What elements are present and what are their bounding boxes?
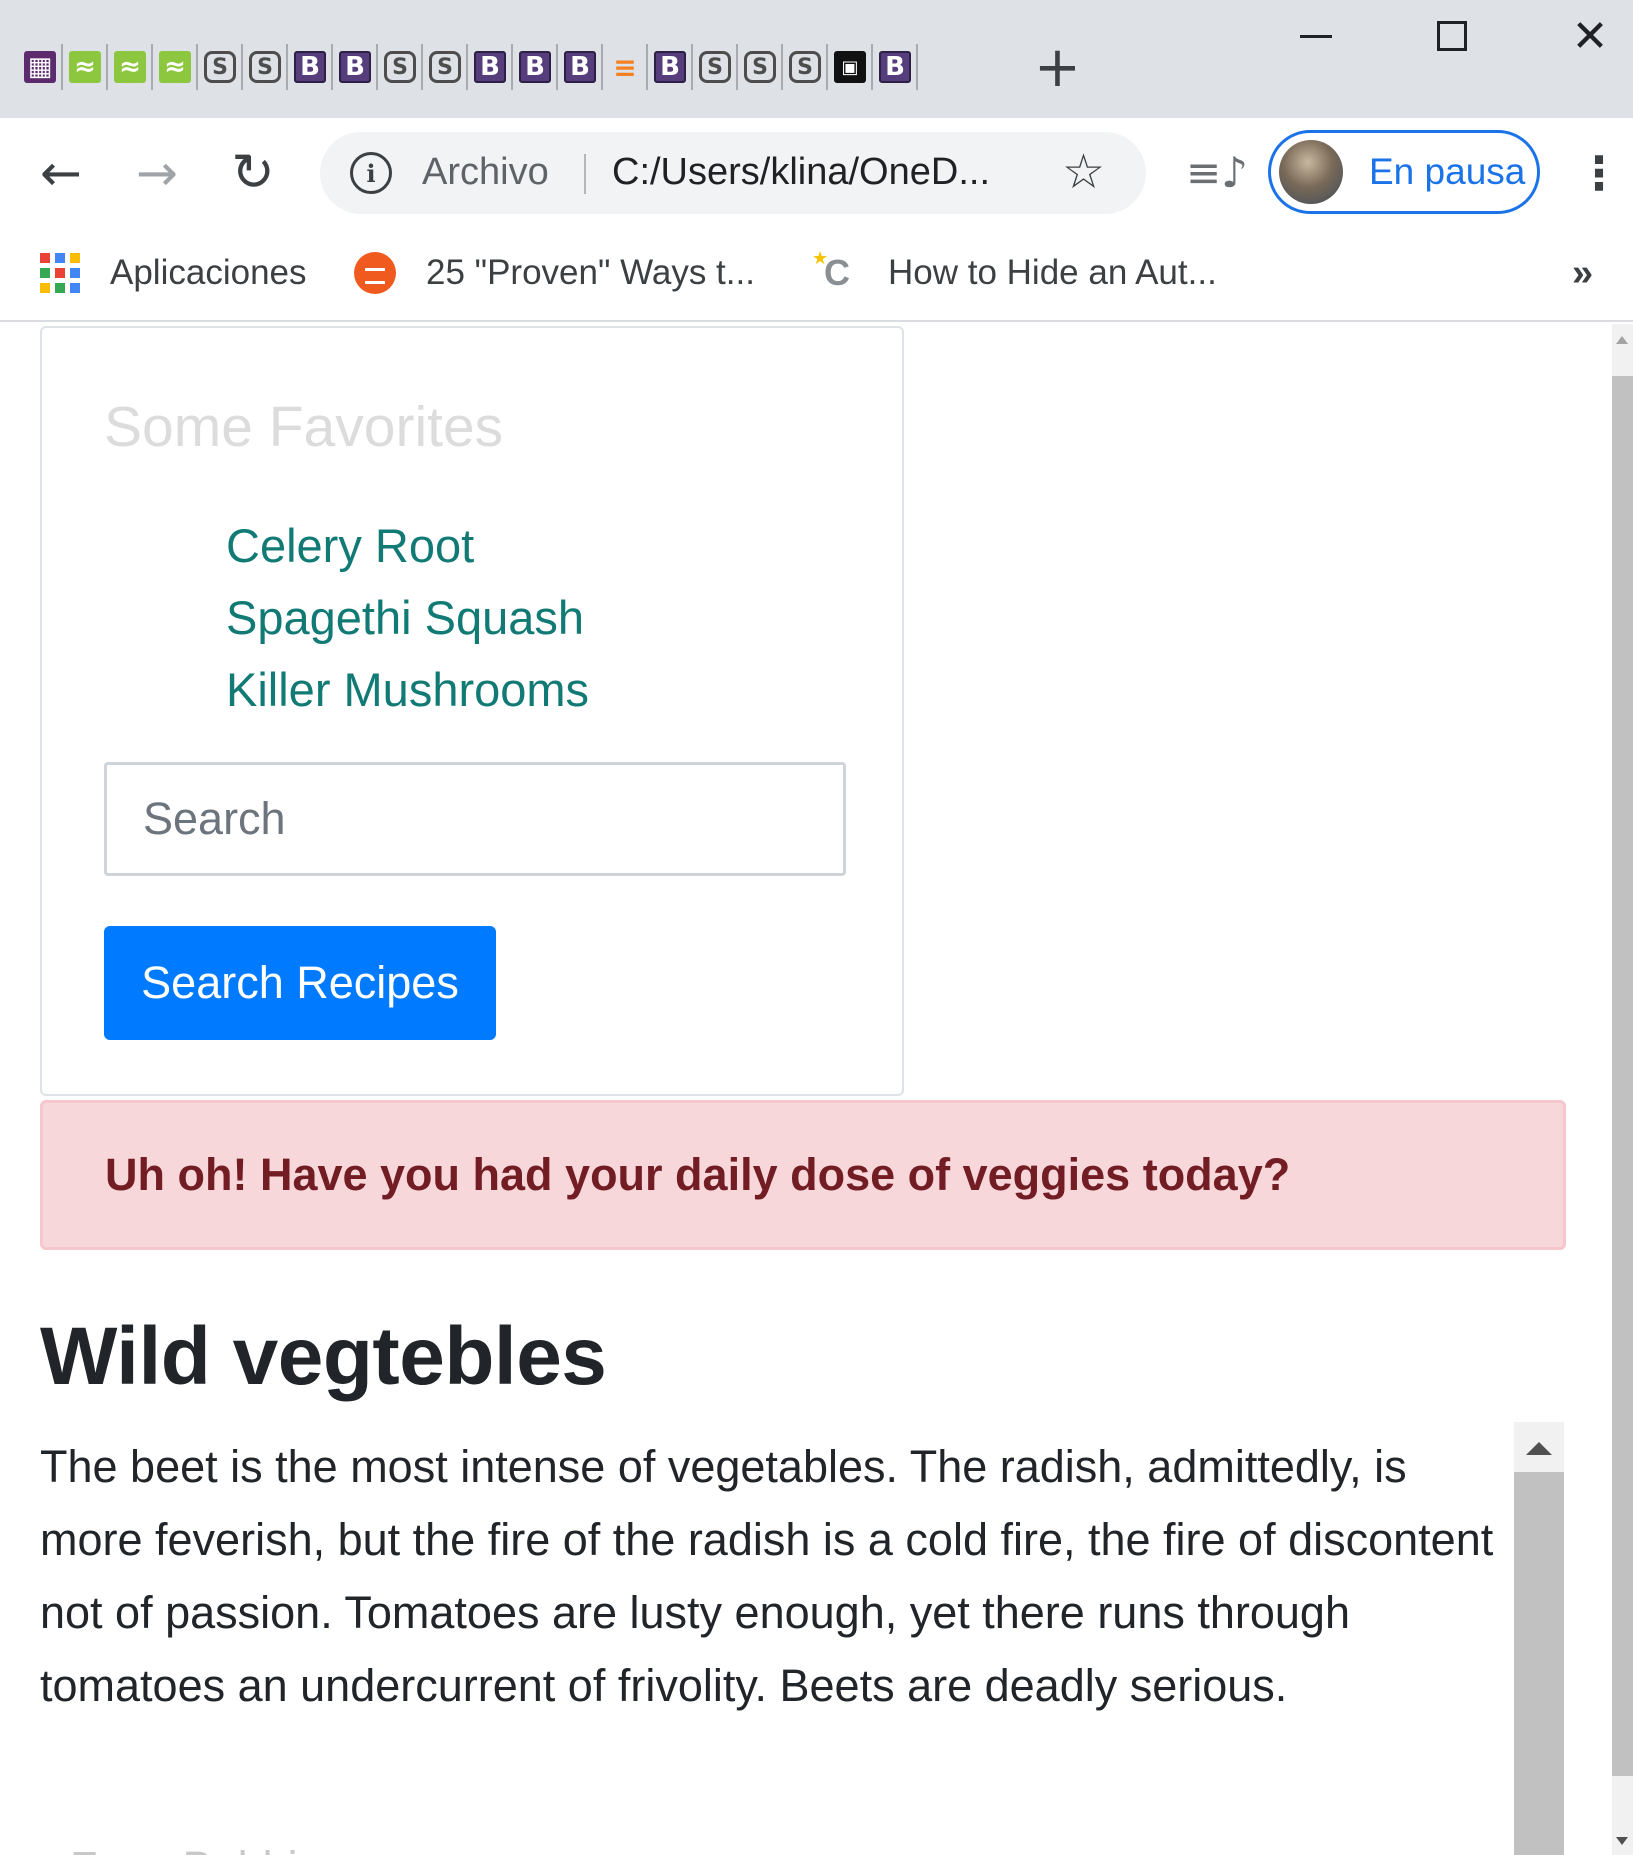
browser-tab[interactable]: S <box>382 40 423 94</box>
maze-favicon-icon: ▦ <box>24 51 56 83</box>
browser-tab[interactable]: S <box>742 40 783 94</box>
avatar <box>1279 140 1343 204</box>
browser-tab[interactable]: B <box>472 40 513 94</box>
minimize-icon <box>1300 34 1332 38</box>
bookmark-apps[interactable]: Aplicaciones <box>40 246 307 300</box>
browser-tab[interactable]: ≈ <box>67 40 108 94</box>
scrollbar-thumb[interactable] <box>1514 1472 1564 1855</box>
browser-tab[interactable]: S <box>427 40 468 94</box>
back-button[interactable]: ← <box>28 140 94 206</box>
address-separator <box>584 154 586 194</box>
article-heading: Wild vegtebles <box>40 1311 607 1402</box>
s-favicon-icon: S <box>699 51 731 83</box>
alert-text: Uh oh! Have you had your daily dose of v… <box>105 1149 1291 1200</box>
article-paragraph: The beet is the most intense of vegetabl… <box>40 1441 1494 1711</box>
favorites-list: Celery Root Spagethi Squash Killer Mushr… <box>226 510 589 726</box>
browser-tab[interactable]: B <box>292 40 333 94</box>
bootstrap-favicon-icon: B <box>654 51 686 83</box>
page-scrollbar[interactable] <box>1612 324 1633 1855</box>
browser-tab[interactable]: B <box>562 40 603 94</box>
scroll-up-arrow-icon[interactable] <box>1616 336 1628 344</box>
address-bar[interactable]: i Archivo C:/Users/klina/OneD... ☆ <box>320 132 1146 214</box>
tab-strip: ▦ ≈ ≈ ≈ S S B B S S B B B ≡ B S S S ▣ B + ✕ <box>0 0 1633 118</box>
scroll-up-arrow-icon[interactable] <box>1526 1442 1552 1455</box>
new-tab-button[interactable]: + <box>1034 38 1081 98</box>
browser-toolbar: ← → ↻ i Archivo C:/Users/klina/OneD... ☆… <box>0 118 1633 228</box>
browser-tab[interactable]: B <box>337 40 378 94</box>
hotjar-icon <box>354 252 396 294</box>
bookmark-label: Aplicaciones <box>110 253 307 292</box>
favorite-link-killer-mushrooms[interactable]: Killer Mushrooms <box>226 654 589 726</box>
s-favicon-icon: S <box>429 51 461 83</box>
forward-button[interactable]: → <box>124 140 190 206</box>
s-favicon-icon: S <box>744 51 776 83</box>
s-favicon-icon: S <box>789 51 821 83</box>
browser-tab[interactable]: ≈ <box>157 40 198 94</box>
bootstrap-favicon-icon: B <box>519 51 551 83</box>
bookmark-label: 25 "Proven" Ways t... <box>426 253 755 292</box>
scroll-down-arrow-icon[interactable] <box>1616 1837 1628 1845</box>
maximize-button[interactable] <box>1412 10 1492 62</box>
card-title: Some Favorites <box>104 395 504 459</box>
graph-favicon-icon: ≈ <box>114 51 146 83</box>
apps-grid-icon <box>40 253 80 293</box>
browser-tab[interactable]: ≡ <box>607 40 648 94</box>
s-favicon-icon: S <box>384 51 416 83</box>
info-icon[interactable]: i <box>350 152 392 194</box>
c-star-icon: C <box>812 248 858 294</box>
next-section-title: Fava Bubbi... <box>70 1842 335 1855</box>
browser-tab[interactable]: ▦ <box>22 40 63 94</box>
bootstrap-favicon-icon: B <box>879 51 911 83</box>
bookmarks-bar: Aplicaciones 25 "Proven" Ways t... C How… <box>0 228 1633 322</box>
media-control-icon[interactable]: ≡♪ <box>1186 148 1248 197</box>
browser-tab[interactable]: S <box>697 40 738 94</box>
book-favicon-icon: ▣ <box>834 51 866 83</box>
stackoverflow-favicon-icon: ≡ <box>613 50 637 84</box>
s-favicon-icon: S <box>249 51 281 83</box>
arrow-right-icon: → <box>136 144 178 202</box>
browser-tab[interactable]: S <box>202 40 243 94</box>
favorite-link-spagethi-squash[interactable]: Spagethi Squash <box>226 582 589 654</box>
bootstrap-favicon-icon: B <box>294 51 326 83</box>
reload-button[interactable]: ↻ <box>220 140 286 206</box>
reload-icon: ↻ <box>231 143 275 203</box>
bookmark-item[interactable]: 25 "Proven" Ways t... <box>354 246 755 300</box>
browser-tab[interactable]: ▣ <box>832 40 873 94</box>
more-bookmarks-button[interactable]: » <box>1572 246 1593 300</box>
bookmark-item[interactable]: C How to Hide an Aut... <box>812 246 1217 300</box>
favorite-link-celery-root[interactable]: Celery Root <box>226 510 589 582</box>
bootstrap-favicon-icon: B <box>564 51 596 83</box>
browser-tab[interactable]: S <box>247 40 288 94</box>
profile-button[interactable]: En pausa <box>1268 130 1540 214</box>
graph-favicon-icon: ≈ <box>159 51 191 83</box>
browser-tab[interactable]: S <box>787 40 828 94</box>
scheme-label: Archivo <box>422 151 549 193</box>
search-recipes-button[interactable]: Search Recipes <box>104 926 496 1040</box>
tab-favicon-row: ▦ ≈ ≈ ≈ S S B B S S B B B ≡ B S S S ▣ B <box>22 40 922 94</box>
browser-tab[interactable]: B <box>652 40 693 94</box>
browser-tab[interactable]: B <box>877 40 918 94</box>
bootstrap-favicon-icon: B <box>339 51 371 83</box>
star-icon[interactable]: ☆ <box>1062 144 1105 200</box>
bookmark-label: How to Hide an Aut... <box>888 253 1217 292</box>
search-input[interactable] <box>104 762 846 876</box>
profile-status: En pausa <box>1369 151 1526 192</box>
content-scrollbar[interactable] <box>1514 1422 1564 1855</box>
maximize-icon <box>1437 21 1467 51</box>
bootstrap-favicon-icon: B <box>474 51 506 83</box>
minimize-button[interactable] <box>1276 10 1356 62</box>
s-favicon-icon: S <box>204 51 236 83</box>
browser-tab[interactable]: ≈ <box>112 40 153 94</box>
url-text[interactable]: C:/Users/klina/OneD... <box>612 151 990 194</box>
browser-tab[interactable]: B <box>517 40 558 94</box>
graph-favicon-icon: ≈ <box>69 51 101 83</box>
favorites-card: Some Favorites Celery Root Spagethi Squa… <box>40 326 904 1096</box>
kebab-menu-icon[interactable]: ⋮ <box>1576 144 1622 202</box>
page-viewport: Some Favorites Celery Root Spagethi Squa… <box>0 324 1633 1855</box>
close-window-button[interactable]: ✕ <box>1550 10 1630 62</box>
scrollbar-thumb[interactable] <box>1612 376 1633 1776</box>
arrow-left-icon: ← <box>40 144 82 202</box>
veggie-alert: Uh oh! Have you had your daily dose of v… <box>40 1100 1566 1250</box>
